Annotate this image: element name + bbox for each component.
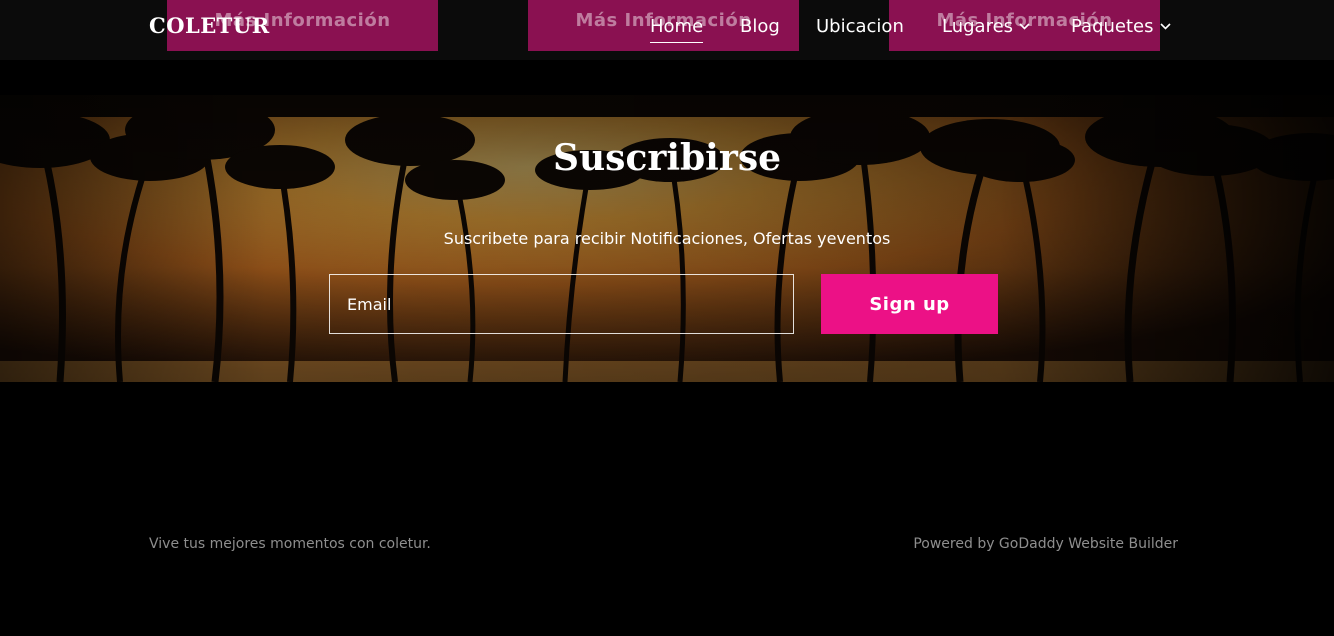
subscribe-title: Suscribirse: [553, 137, 781, 179]
subscribe-section: Suscribirse Suscribete para recibir Noti…: [0, 95, 1334, 382]
powered-by-link[interactable]: Powered by GoDaddy Website Builder: [913, 536, 1178, 552]
nav-blog[interactable]: Blog: [740, 16, 780, 37]
signup-button[interactable]: Sign up: [821, 274, 998, 334]
nav-home[interactable]: Home: [650, 16, 704, 43]
chevron-down-icon: [1159, 23, 1171, 30]
nav-lugares[interactable]: Lugares: [942, 16, 1030, 37]
nav-paquetes[interactable]: Paquetes: [1071, 16, 1171, 37]
nav-ubicacion[interactable]: Ubicacion: [816, 16, 904, 37]
nav-paquetes-label: Paquetes: [1071, 16, 1154, 37]
subscribe-subtitle: Suscribete para recibir Notificaciones, …: [443, 229, 891, 248]
nav-lugares-label: Lugares: [942, 16, 1014, 37]
chevron-down-icon: [1019, 23, 1030, 30]
footer-tagline: Vive tus mejores momentos con coletur.: [149, 536, 431, 552]
main-nav: Home Blog Ubicacion Lugares Paquetes: [0, 16, 1334, 46]
email-field[interactable]: [329, 274, 794, 334]
site-header: Más Información Más Información Más Info…: [0, 0, 1334, 60]
